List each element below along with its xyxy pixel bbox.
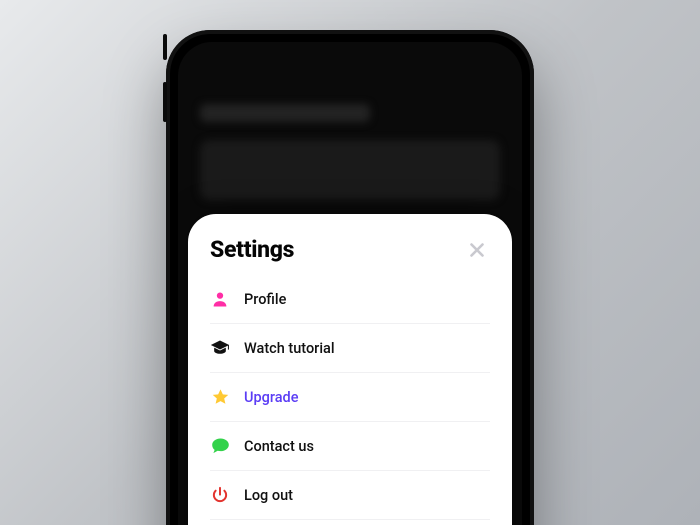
power-icon: [210, 485, 230, 505]
phone-side-button: [163, 82, 167, 122]
chat-bubble-icon: [210, 436, 230, 456]
settings-item-label: Upgrade: [244, 389, 298, 406]
phone-side-button: [163, 34, 167, 60]
phone-frame: Settings Profile: [166, 30, 534, 525]
settings-item-label: Watch tutorial: [244, 340, 335, 357]
star-icon: [210, 387, 230, 407]
close-button[interactable]: [464, 237, 490, 263]
settings-item-tutorial[interactable]: Watch tutorial: [210, 324, 490, 373]
settings-item-label: Log out: [244, 487, 293, 504]
sheet-header: Settings: [210, 236, 490, 263]
user-icon: [210, 289, 230, 309]
settings-item-upgrade[interactable]: Upgrade: [210, 373, 490, 422]
settings-item-label: Profile: [244, 291, 286, 308]
settings-item-logout[interactable]: Log out: [210, 471, 490, 520]
graduation-cap-icon: [210, 338, 230, 358]
close-icon: [468, 241, 486, 259]
sheet-title: Settings: [210, 236, 294, 263]
settings-sheet: Settings Profile: [188, 214, 512, 525]
phone-screen: Settings Profile: [178, 42, 522, 525]
settings-item-contact[interactable]: Contact us: [210, 422, 490, 471]
settings-item-label: Contact us: [244, 438, 314, 455]
settings-item-profile[interactable]: Profile: [210, 275, 490, 324]
mockup-stage: Settings Profile: [0, 0, 700, 525]
